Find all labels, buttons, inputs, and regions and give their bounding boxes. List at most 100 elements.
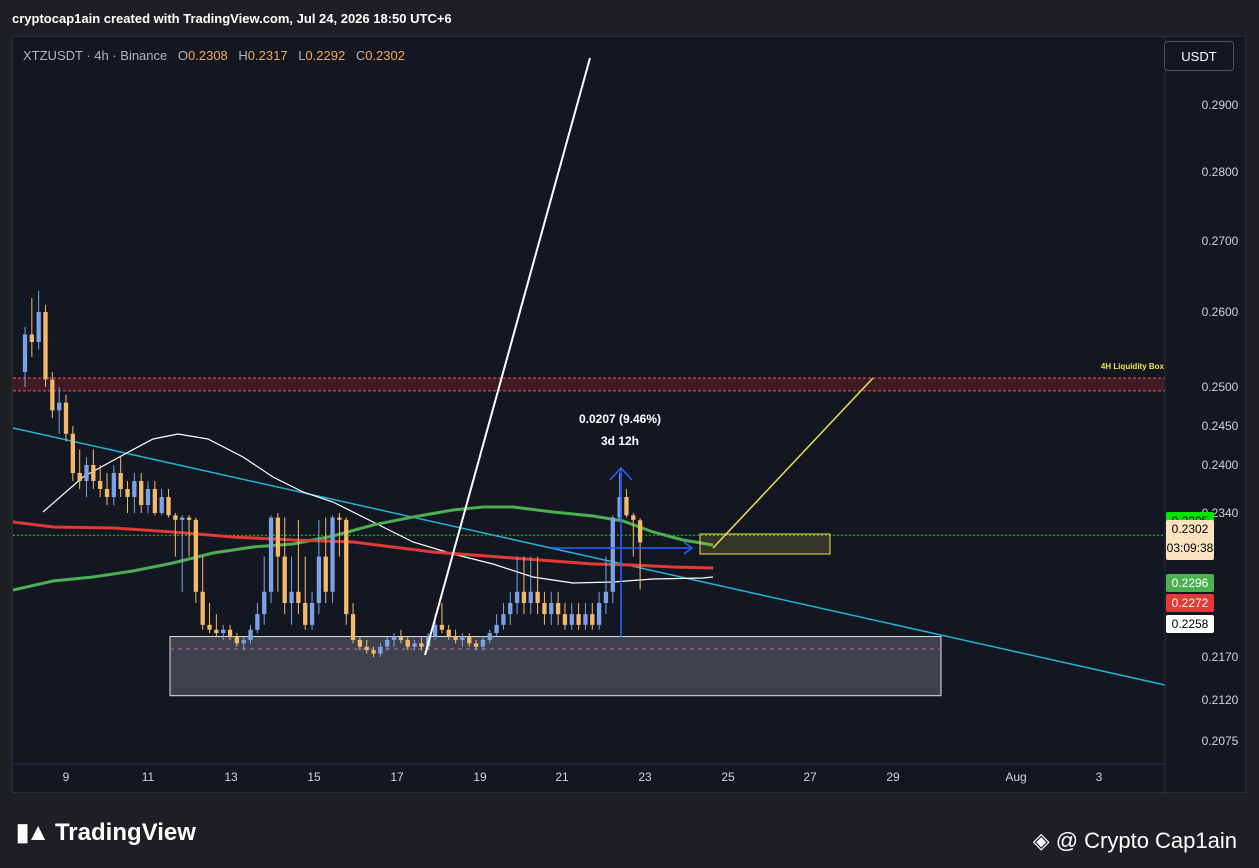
currency-button[interactable]: USDT	[1164, 41, 1234, 71]
candle-body	[50, 379, 55, 411]
time-tick-label: 21	[555, 770, 569, 784]
time-tick-label: 15	[307, 770, 321, 784]
price-tick-label: 0.2900	[1202, 98, 1239, 112]
tradingview-logo-icon: ▮▲	[16, 819, 50, 846]
candle-body	[152, 489, 158, 513]
candle-body	[309, 603, 315, 625]
candle	[528, 556, 533, 615]
candle	[77, 449, 82, 489]
candle	[139, 473, 144, 513]
liquidity-box	[13, 378, 1165, 391]
candle-body	[378, 646, 383, 654]
open-label: O	[177, 48, 189, 63]
time-tick-label: 3	[1096, 770, 1103, 784]
time-tick-label: 9	[63, 770, 70, 784]
credit-text: @ Crypto Cap1ain	[1055, 828, 1237, 853]
candle-body	[132, 481, 137, 497]
chart-frame[interactable]: 4H Liquidity Box 0.0207 (9.46%) 3d 12h 0.29…	[12, 36, 1247, 794]
candle	[214, 614, 219, 637]
candle	[316, 519, 322, 615]
candle	[596, 591, 602, 630]
candle-body	[610, 517, 615, 592]
candle-body	[521, 591, 527, 603]
candle	[555, 591, 561, 625]
candle	[508, 591, 513, 625]
candle-body	[57, 402, 62, 411]
candle-body	[22, 334, 28, 372]
candle-body	[357, 639, 363, 647]
candle-body	[555, 603, 561, 615]
candle-body	[241, 639, 246, 644]
candle	[125, 481, 130, 513]
price-tick-label: 0.2170	[1202, 650, 1239, 664]
symbol-line: XTZUSDT · 4h · Binance	[23, 48, 168, 63]
candle-body	[214, 629, 219, 634]
candle-body	[596, 603, 602, 625]
price-label-tag: 0.2302 03:09:38	[1166, 520, 1214, 560]
candle-body	[248, 629, 253, 640]
candle	[501, 603, 506, 630]
candle	[624, 489, 629, 518]
price-label-countdown: 03:09:38	[1167, 541, 1214, 555]
chart-svg[interactable]: 4H Liquidity Box 0.0207 (9.46%) 3d 12h 0.29…	[13, 37, 1247, 794]
candle	[275, 513, 281, 592]
high-value: 0.2317	[247, 48, 288, 63]
ohlc-legend: XTZUSDT · 4h · Binance O0.2308 H0.2317 L…	[23, 48, 405, 63]
candle-body	[637, 520, 643, 543]
candle-body	[364, 646, 369, 651]
candle	[36, 290, 41, 350]
candle	[637, 518, 643, 590]
candle-body	[91, 465, 96, 481]
candle	[323, 517, 328, 603]
candle-body	[296, 591, 301, 603]
measure-value: 0.0207 (9.46%)	[579, 412, 661, 426]
candle-body	[562, 614, 568, 625]
candle	[562, 603, 568, 630]
candle-body	[385, 639, 390, 647]
candle	[282, 517, 287, 615]
candle	[268, 515, 274, 603]
candle	[309, 591, 315, 630]
candle-body	[193, 519, 199, 592]
impulse-line	[424, 57, 591, 656]
candle	[104, 473, 110, 505]
price-tick-label: 0.2800	[1202, 165, 1239, 179]
candle-body	[371, 650, 376, 654]
candle-body	[36, 312, 41, 342]
close-value: 0.2302	[365, 48, 405, 63]
candle-body	[323, 556, 328, 592]
candle	[255, 603, 260, 634]
candle-body	[583, 614, 588, 625]
candle-body	[125, 489, 130, 497]
candle-body	[624, 497, 629, 516]
candle-body	[268, 517, 274, 592]
candle-body	[282, 556, 287, 603]
candle-body	[63, 402, 69, 434]
price-label-tag: 0.2258	[1166, 615, 1214, 633]
candle-body	[508, 603, 513, 615]
candle	[289, 556, 294, 625]
entry-box	[699, 533, 831, 555]
candle	[152, 481, 158, 516]
candle-body	[391, 636, 397, 640]
candle-body	[350, 614, 356, 640]
measure-time: 3d 12h	[601, 434, 639, 448]
price-tick-label: 0.2600	[1202, 305, 1239, 319]
price-label-tag: 0.2272	[1166, 594, 1214, 612]
candle-body	[535, 591, 540, 603]
candle-body	[98, 481, 103, 489]
candle-body	[528, 591, 533, 603]
candle	[63, 394, 69, 442]
price-label-value: 0.2296	[1172, 576, 1209, 590]
candle-body	[487, 633, 492, 640]
candle	[610, 515, 615, 603]
price-label-value: 0.2302	[1172, 522, 1209, 536]
candle-body	[303, 603, 308, 625]
candle-body	[337, 517, 342, 520]
candle	[569, 603, 574, 630]
candle	[439, 603, 445, 634]
price-label-value: 0.2258	[1172, 617, 1209, 631]
candle	[166, 489, 171, 518]
candle	[180, 515, 185, 592]
candle	[521, 556, 527, 615]
